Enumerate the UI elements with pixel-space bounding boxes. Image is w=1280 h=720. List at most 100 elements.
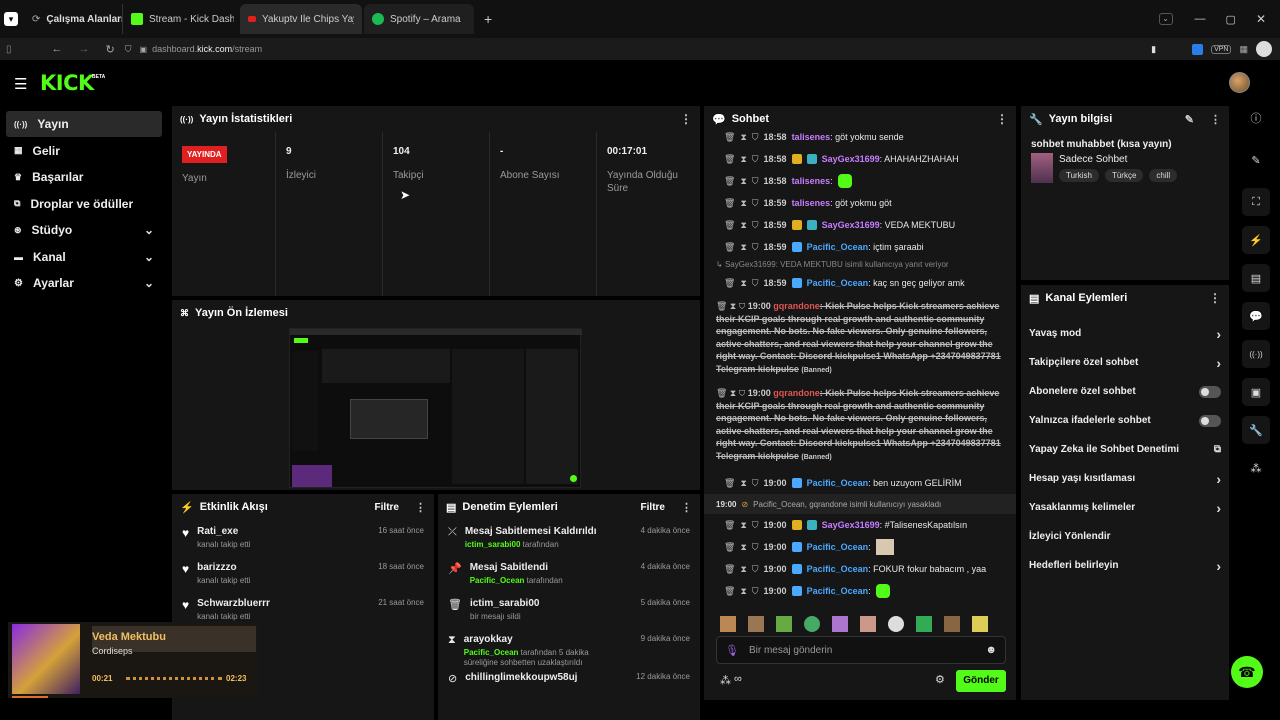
back-button[interactable]: ← (52, 43, 63, 55)
chat-username[interactable]: Pacific_Ocean (807, 478, 869, 488)
emote-icon[interactable] (804, 616, 820, 632)
channel-action-row[interactable]: Yapay Zeka ile Sohbet Denetimi ⧉ (1021, 435, 1229, 464)
toggle-switch[interactable] (1199, 385, 1221, 398)
clipboard-icon[interactable]: ▤ (1242, 264, 1270, 292)
delete-icon[interactable]: 🗑 (724, 478, 735, 489)
chat-input[interactable]: 🎙 Bir mesaj gönderin ☻ (716, 636, 1006, 664)
tab-kick-dashboard[interactable]: Stream - Kick Dashboard (122, 4, 234, 34)
chat-username[interactable]: SayGex31699 (822, 154, 880, 164)
channel-action-row[interactable]: Yalnızca ifadelerle sohbet (1021, 406, 1229, 435)
timeout-icon[interactable]: ⧗ (740, 198, 746, 209)
delete-icon[interactable]: 🗑 (724, 176, 735, 187)
ban-icon[interactable]: ⛉ (752, 176, 759, 187)
chat-username[interactable]: Pacific_Ocean (807, 564, 869, 574)
microphone-icon[interactable]: 🎙 (725, 644, 739, 657)
delete-icon[interactable]: 🗑 (724, 132, 735, 143)
emote-icon[interactable] (748, 616, 764, 632)
chevron-down-icon[interactable]: ⌄ (144, 276, 154, 290)
more-options-icon[interactable]: ⋮ (996, 112, 1008, 126)
activity-name[interactable]: barizzzo (197, 562, 250, 573)
delete-icon[interactable]: 🗑 (724, 242, 735, 253)
chevron-right-icon[interactable]: › (1216, 355, 1221, 371)
video-icon[interactable]: ▣ (1242, 378, 1270, 406)
delete-icon[interactable]: 🗑 (724, 542, 735, 553)
chevron-down-icon[interactable]: ⌄ (144, 223, 154, 237)
channel-action-row[interactable]: Hesap yaşı kısıtlaması › (1021, 464, 1229, 493)
channel-action-row[interactable]: Yavaş mod › (1021, 319, 1229, 348)
sidebar-item-yayin[interactable]: ((·)) Yayın (6, 111, 162, 137)
filter-button[interactable]: Filtre (375, 502, 399, 513)
filter-button[interactable]: Filtre (641, 502, 665, 513)
mod-actor[interactable]: Pacific_Ocean (470, 576, 525, 585)
emote-icon[interactable] (776, 616, 792, 632)
maximize-button[interactable]: ▢ (1226, 13, 1236, 26)
ban-icon[interactable]: ⛉ (752, 132, 759, 143)
timeout-icon[interactable]: ⧗ (740, 586, 746, 597)
chat-username[interactable]: talisenes (792, 176, 831, 186)
chevron-right-icon[interactable]: › (1216, 326, 1221, 342)
delete-icon[interactable]: 🗑 (724, 154, 735, 165)
url-text[interactable]: dashboard.kick.com/stream (152, 44, 262, 54)
timeout-icon[interactable]: ⧗ (740, 242, 746, 253)
broadcast-icon[interactable]: ((·)) (1242, 340, 1270, 368)
chat-users-icon[interactable]: ⁂ (720, 674, 731, 687)
chat-username[interactable]: Pacific_Ocean (807, 242, 869, 252)
mod-title[interactable]: arayokkay (464, 634, 624, 645)
channel-action-row[interactable]: İzleyici Yönlendir (1021, 522, 1229, 551)
ban-icon[interactable]: ⛉ (752, 564, 759, 575)
chat-username[interactable]: gqrandone (773, 388, 820, 398)
timeout-icon[interactable]: ⧗ (740, 564, 746, 575)
emote-icon[interactable] (832, 616, 848, 632)
channel-action-row[interactable]: Hedefleri belirleyin › (1021, 551, 1229, 580)
send-button[interactable]: Gönder (956, 670, 1006, 692)
infinity-icon[interactable]: ∞ (734, 673, 742, 685)
sidebar-item-kanal[interactable]: ▬ Kanal ⌄ (6, 244, 162, 270)
mod-actor[interactable]: Pacific_Ocean (464, 648, 519, 657)
sidebar-item-gelir[interactable]: ▦ Gelir (6, 138, 162, 164)
more-options-icon[interactable]: ⋮ (1209, 291, 1221, 305)
activity-name[interactable]: Schwarzbluerrr (197, 598, 270, 609)
bookmark-icon[interactable]: ▮ (1151, 44, 1156, 55)
kick-logo[interactable]: KICK (40, 71, 94, 95)
edit-icon[interactable]: ✎ (1185, 113, 1194, 126)
ban-icon[interactable]: ⛉ (752, 478, 759, 489)
lightning-icon[interactable]: ⚡ (1242, 226, 1270, 254)
stream-preview-video[interactable] (289, 328, 582, 488)
chat-icon[interactable]: 💬 (1242, 302, 1270, 330)
wallet-icon[interactable]: ▦ (1239, 44, 1248, 55)
sidebar-item-studyo[interactable]: ⊛ Stüdyo ⌄ (6, 217, 162, 243)
emote-icon[interactable] (916, 616, 932, 632)
delete-icon[interactable]: 🗑 (724, 278, 735, 289)
sidebar-item-droplar[interactable]: ⧉ Droplar ve ödüller (6, 191, 162, 217)
minimize-button[interactable]: — (1195, 13, 1206, 25)
emote-icon[interactable] (860, 616, 876, 632)
timeout-icon[interactable]: ⧗ (740, 520, 746, 531)
close-window-button[interactable]: ✕ (1256, 12, 1266, 26)
community-icon[interactable]: ⁂ (1242, 454, 1270, 482)
emote-icon[interactable] (888, 616, 904, 632)
delete-icon[interactable]: 🗑 (724, 520, 735, 531)
timeout-icon[interactable]: ⧗ (740, 176, 746, 187)
chat-username[interactable]: Pacific_Ocean (807, 586, 869, 596)
timeout-icon[interactable]: ⧗ (740, 154, 746, 165)
chevron-right-icon[interactable]: › (1216, 500, 1221, 516)
sidebar-item-ayarlar[interactable]: ⚙ Ayarlar ⌄ (6, 270, 162, 296)
user-avatar[interactable] (1229, 72, 1250, 93)
ban-icon[interactable]: ⛉ (752, 154, 759, 165)
activity-name[interactable]: Rati_exe (197, 526, 250, 537)
screen-icon[interactable]: ⛶ (1242, 188, 1270, 216)
hamburger-menu-icon[interactable]: ☰ (14, 75, 27, 93)
tab-spotify[interactable]: Spotify – Arama (364, 4, 474, 34)
ban-icon[interactable]: ⛉ (752, 278, 759, 289)
chat-settings-icon[interactable]: ⚙ (935, 673, 945, 686)
support-chat-button[interactable]: ☎ (1231, 656, 1263, 688)
more-options-icon[interactable]: ⋮ (680, 112, 692, 126)
forward-button[interactable]: → (79, 43, 90, 55)
reload-button[interactable]: ↻ (106, 43, 115, 56)
delete-icon[interactable]: 🗑 (724, 220, 735, 231)
ban-icon[interactable]: ⛉ (752, 242, 759, 253)
delete-icon[interactable]: 🗑 (724, 564, 735, 575)
shield-icon[interactable]: ⛉ (125, 44, 132, 55)
tab-workspaces[interactable]: ⟳ Çalışma Alanları ▾ (24, 4, 122, 34)
chevron-down-icon[interactable]: ⌄ (144, 250, 154, 264)
